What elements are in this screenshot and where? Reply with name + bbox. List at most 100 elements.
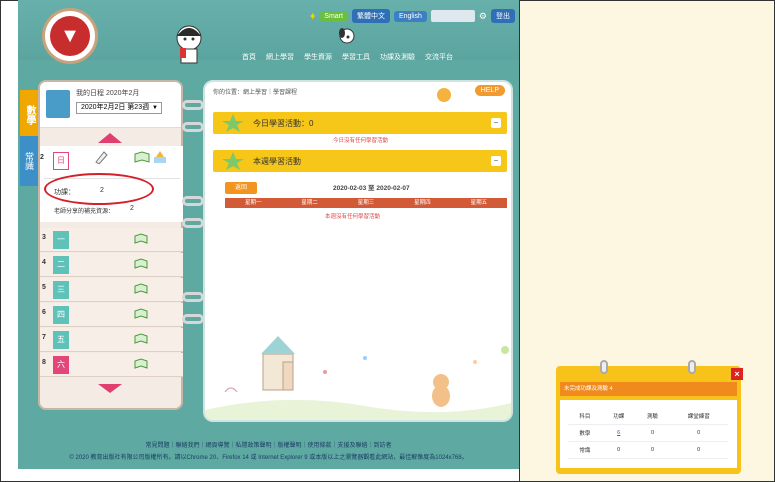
- sun-icon: [437, 88, 451, 102]
- subject-tab-general[interactable]: 常識: [20, 136, 38, 186]
- day-box: 五: [53, 331, 69, 349]
- day-box: 六: [53, 356, 69, 374]
- binder-rings: [182, 100, 204, 340]
- book-open-icon: [134, 233, 148, 244]
- annotation-circle: [44, 173, 154, 205]
- day-number: 3: [42, 234, 46, 241]
- weekday-header: 星期二: [301, 200, 318, 206]
- day-row[interactable]: 7五: [40, 328, 183, 352]
- day-box: 三: [53, 281, 69, 299]
- nav-homework-tests[interactable]: 功課及測驗: [380, 52, 415, 62]
- chevron-down-icon: ▼: [152, 105, 158, 111]
- pending-table: 科目 功課 測驗 課堂練習 數學 6 0 0 常識 0 0 0: [568, 408, 728, 459]
- table-header: 科目: [568, 408, 602, 425]
- day-number: 5: [42, 284, 46, 291]
- book-open-icon: [134, 333, 148, 344]
- dog-icon: [339, 28, 355, 44]
- website: ▼ ♦ Smart 繁體中文 English ⚙ 登出 首頁 網上學習 學生資源…: [18, 0, 519, 469]
- clip: [600, 360, 608, 374]
- book-open-icon: [134, 283, 148, 294]
- smart-button[interactable]: Smart: [319, 10, 348, 22]
- table-header-row: 科目 功課 測驗 課堂練習: [568, 408, 728, 425]
- day-number: 7: [42, 334, 46, 341]
- scroll-down-arrow[interactable]: [98, 384, 122, 393]
- today-empty-note: 今日沒有任何學習活動: [333, 138, 389, 144]
- diary-title: 我的日程 2020年2月: [76, 90, 140, 97]
- shared-resources-label: 老師分享的補充資源：: [54, 209, 115, 215]
- weekday-header: 星期一: [244, 200, 262, 206]
- close-icon[interactable]: ×: [731, 368, 743, 380]
- top-controls: ♦ Smart 繁體中文 English ⚙ 登出: [310, 9, 515, 23]
- clip: [688, 360, 696, 374]
- day-row[interactable]: 4二: [40, 253, 183, 277]
- popup-title: 未完成功課及測驗 4: [560, 382, 737, 396]
- ring: [182, 314, 204, 324]
- today-date-number: 2: [40, 154, 44, 161]
- week-activities-bar: 本週學習活動 −: [213, 150, 507, 172]
- scroll-up-arrow[interactable]: [98, 133, 122, 143]
- table-cell: 0: [601, 441, 636, 459]
- help-button[interactable]: HELP: [474, 85, 505, 96]
- today-day-box[interactable]: 日: [53, 152, 69, 170]
- nav-online-learning[interactable]: 網上學習: [266, 52, 294, 62]
- day-number: 4: [42, 259, 46, 266]
- star-icon: [222, 152, 244, 170]
- table-header: 功課: [601, 408, 636, 425]
- week-header: 星期一 星期二 星期三 星期四 星期五: [225, 198, 507, 208]
- day-row[interactable]: 8六: [40, 353, 183, 377]
- weekday-header: 星期四: [414, 200, 431, 206]
- torch-icon: ♦: [310, 10, 316, 22]
- book-open-icon: [134, 358, 148, 369]
- school-logo[interactable]: ▼: [42, 8, 98, 64]
- day-row[interactable]: 3一: [40, 228, 183, 252]
- nav-learning-tools[interactable]: 學習工具: [342, 52, 370, 62]
- table-cell: 0: [635, 424, 670, 442]
- pencil-icon[interactable]: [94, 150, 110, 164]
- shared-resources-count[interactable]: 2: [130, 205, 134, 212]
- nav-home[interactable]: 首頁: [242, 52, 256, 62]
- day-row[interactable]: 5三: [40, 278, 183, 302]
- back-button[interactable]: 返回: [225, 182, 257, 194]
- table-cell: 0: [669, 441, 728, 459]
- ring: [182, 122, 204, 132]
- popup-body: 科目 功課 測驗 課堂練習 數學 6 0 0 常識 0 0 0: [560, 400, 737, 468]
- subject-tab-math[interactable]: 數學: [20, 90, 38, 140]
- footer: 常見問題｜聯絡我們｜網頁導覽｜私隱政策聲明｜版權聲明｜使用條款｜支援及聯絡｜到訪…: [18, 440, 519, 469]
- day-row[interactable]: 6四: [40, 303, 183, 327]
- week-activities-title: 本週學習活動: [253, 157, 301, 166]
- main-panel: 你的位置：網上學習｜學習課程 HELP 今日學習活動：0 − 今日沒有任何學習活…: [203, 80, 513, 422]
- diary-header: 我的日程 2020年2月 2020年2月2日 第23週 ▼: [40, 82, 181, 128]
- week-range: 2020-02-03 至 2020-02-07: [333, 185, 410, 192]
- table-row: 常識 0 0 0: [568, 441, 728, 459]
- nav-exchange[interactable]: 交流平台: [425, 52, 453, 62]
- week-select[interactable]: 2020年2月2日 第23週 ▼: [76, 102, 162, 114]
- book-open-icon[interactable]: [134, 150, 150, 164]
- resource-icon[interactable]: [152, 150, 168, 164]
- book-open-icon: [134, 258, 148, 269]
- day-box: 二: [53, 256, 69, 274]
- pending-popup: × 未完成功課及測驗 4 科目 功課 測驗 課堂練習 數學 6 0 0 常識 0…: [556, 360, 743, 474]
- ring: [182, 292, 204, 302]
- main-nav: 首頁 網上學習 學生資源 學習工具 功課及測驗 交流平台: [242, 52, 453, 62]
- book-icon: [46, 90, 70, 118]
- footer-links[interactable]: 常見問題｜聯絡我們｜網頁導覽｜私隱政策聲明｜版權聲明｜使用條款｜支援及聯絡｜到訪…: [18, 440, 519, 449]
- book-open-icon: [134, 308, 148, 319]
- table-cell-link[interactable]: 6: [601, 424, 636, 442]
- popup-clips: [556, 360, 741, 374]
- lang-english-button[interactable]: English: [393, 10, 427, 22]
- today-activities-bar: 今日學習活動：0 −: [213, 112, 507, 134]
- divider: [519, 0, 520, 482]
- nav-student-resources[interactable]: 學生資源: [304, 52, 332, 62]
- logout-button[interactable]: 登出: [491, 9, 515, 23]
- collapse-button[interactable]: −: [491, 156, 501, 166]
- lang-traditional-button[interactable]: 繁體中文: [351, 9, 390, 23]
- breadcrumb: 你的位置：網上學習｜學習課程: [213, 90, 298, 96]
- user-name: [430, 10, 475, 22]
- gear-icon[interactable]: ⚙: [479, 11, 487, 22]
- collapse-button[interactable]: −: [491, 118, 501, 128]
- ring: [182, 196, 204, 206]
- table-cell: 0: [669, 424, 728, 442]
- day-box: 一: [53, 231, 69, 249]
- week-empty-note: 本週沒有任何學習活動: [325, 214, 381, 220]
- ring: [182, 100, 204, 110]
